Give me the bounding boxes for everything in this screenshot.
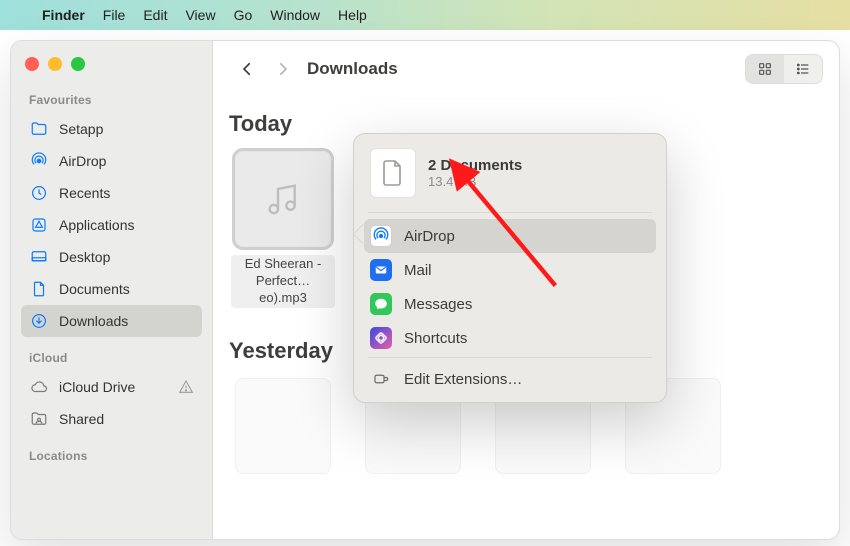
share-title: 2 Documents [428, 157, 522, 174]
list-view-button[interactable] [784, 55, 822, 83]
document-icon [370, 148, 416, 198]
share-option-label: Messages [404, 296, 472, 313]
menubar-item-help[interactable]: Help [338, 7, 367, 23]
sidebar-item-label: Applications [59, 217, 135, 233]
sidebar-item-icloud-drive[interactable]: iCloud Drive [21, 371, 202, 403]
close-window-button[interactable] [25, 57, 39, 71]
menubar-item-view[interactable]: View [185, 7, 215, 23]
share-option-airdrop[interactable]: AirDrop [364, 219, 656, 253]
mail-icon [370, 259, 392, 281]
sidebar-item-label: Desktop [59, 249, 110, 265]
sidebar-item-label: Shared [59, 411, 104, 427]
sidebar-section-favourites-title: Favourites [21, 89, 202, 113]
menubar-app-name[interactable]: Finder [42, 7, 85, 23]
sidebar-item-downloads[interactable]: Downloads [21, 305, 202, 337]
sidebar-item-label: AirDrop [59, 153, 106, 169]
sidebar-item-label: Documents [59, 281, 130, 297]
minimize-window-button[interactable] [48, 57, 62, 71]
sidebar-item-label: iCloud Drive [59, 379, 135, 395]
sidebar-item-recents[interactable]: Recents [21, 177, 202, 209]
warning-icon [178, 379, 194, 395]
fullscreen-window-button[interactable] [71, 57, 85, 71]
downloads-icon [29, 311, 49, 331]
window-traffic-lights [21, 55, 202, 89]
folder-icon [29, 119, 49, 139]
share-option-label: Mail [404, 262, 432, 279]
extensions-icon [370, 370, 392, 388]
sidebar-item-label: Downloads [59, 313, 128, 329]
share-option-shortcuts[interactable]: Shortcuts [364, 321, 656, 355]
sidebar-item-label: Recents [59, 185, 110, 201]
share-header: 2 Documents 13.4 MB [364, 144, 656, 210]
system-menubar: Finder File Edit View Go Window Help [0, 0, 850, 30]
share-option-label: AirDrop [404, 228, 455, 245]
sidebar-item-documents[interactable]: Documents [21, 273, 202, 305]
share-separator [368, 212, 652, 213]
clock-icon [29, 183, 49, 203]
forward-button[interactable] [265, 55, 301, 83]
messages-icon [370, 293, 392, 315]
file-item-placeholder[interactable] [231, 378, 335, 482]
file-item-label: Ed Sheeran - Perfect…eo).mp3 [231, 255, 335, 308]
finder-sidebar: Favourites Setapp AirDrop Recents Applic… [11, 41, 213, 539]
share-option-messages[interactable]: Messages [364, 287, 656, 321]
sidebar-item-applications[interactable]: Applications [21, 209, 202, 241]
music-file-icon [235, 151, 331, 247]
placeholder-file-icon [235, 378, 331, 474]
sidebar-item-desktop[interactable]: Desktop [21, 241, 202, 273]
airdrop-icon [29, 151, 49, 171]
cloud-icon [29, 377, 49, 397]
desktop-icon [29, 247, 49, 267]
sidebar-section-icloud-title: iCloud [21, 347, 202, 371]
finder-content: Today Ed Sheeran - Perfect…eo).mp3 Yeste… [213, 97, 839, 539]
sidebar-item-shared[interactable]: Shared [21, 403, 202, 435]
airdrop-icon [370, 225, 392, 247]
share-subtitle: 13.4 MB [428, 174, 522, 189]
file-item-audio[interactable]: Ed Sheeran - Perfect…eo).mp3 [231, 151, 335, 308]
share-option-mail[interactable]: Mail [364, 253, 656, 287]
shared-folder-icon [29, 409, 49, 429]
share-option-label: Shortcuts [404, 330, 467, 347]
menubar-item-edit[interactable]: Edit [143, 7, 167, 23]
sidebar-section-locations-title: Locations [21, 445, 202, 469]
document-icon [29, 279, 49, 299]
icon-view-button[interactable] [746, 55, 784, 83]
share-separator [368, 357, 652, 358]
sidebar-item-setapp[interactable]: Setapp [21, 113, 202, 145]
menubar-item-file[interactable]: File [103, 7, 126, 23]
back-button[interactable] [229, 55, 265, 83]
share-edit-extensions[interactable]: Edit Extensions… [364, 364, 656, 394]
view-mode-segment [745, 54, 823, 84]
applications-icon [29, 215, 49, 235]
menubar-item-window[interactable]: Window [270, 7, 320, 23]
menubar-item-go[interactable]: Go [234, 7, 253, 23]
share-footer-label: Edit Extensions… [404, 371, 522, 388]
finder-toolbar: Downloads [213, 41, 839, 97]
shortcuts-icon [370, 327, 392, 349]
sidebar-item-label: Setapp [59, 121, 103, 137]
location-title: Downloads [307, 59, 398, 79]
share-popover: 2 Documents 13.4 MB AirDrop Mail [353, 133, 667, 403]
sidebar-item-airdrop[interactable]: AirDrop [21, 145, 202, 177]
finder-main: Downloads Today [213, 41, 839, 539]
finder-window: Favourites Setapp AirDrop Recents Applic… [10, 40, 840, 540]
